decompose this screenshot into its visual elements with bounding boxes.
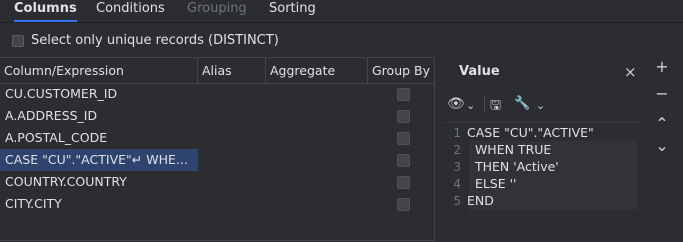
code-line: CASE "CU"."ACTIVE" [467,125,594,140]
grid-header: Column/Expression Alias Aggregate Group … [0,58,434,84]
line-number: 5 [453,194,461,208]
expression-cell[interactable]: A.POSTAL_CODE [0,127,198,149]
group-by-checkbox[interactable] [397,176,410,189]
value-panel-title: Value [459,64,500,79]
move-up-icon[interactable]: ⌃ [652,114,672,133]
group-by-checkbox[interactable] [397,154,410,167]
value-editor[interactable]: 1 2 3 4 5 CASE "CU"."ACTIVE" WHEN TRUE T… [443,122,642,242]
code-line: END [467,193,494,208]
eye-icon[interactable]: 👁 [447,96,465,112]
group-by-checkbox[interactable] [397,110,410,123]
expression-cell[interactable]: COUNTRY.COUNTRY [0,171,198,193]
remove-icon[interactable]: − [652,84,672,103]
tab-bar: Columns Conditions Grouping Sorting [0,0,683,23]
distinct-checkbox[interactable] [12,35,24,47]
table-row[interactable]: CITY.CITY [0,193,434,215]
table-row[interactable]: A.ADDRESS_ID [0,105,434,127]
table-row[interactable]: COUNTRY.COUNTRY [0,171,434,193]
chevron-down-icon[interactable]: ⌄ [466,99,475,112]
expression-cell[interactable]: CITY.CITY [0,193,198,215]
group-by-checkbox[interactable] [397,132,410,145]
expression-cell[interactable]: CU.CUSTOMER_ID [0,83,198,105]
header-column-expression[interactable]: Column/Expression [0,58,198,83]
tab-grouping[interactable]: Grouping [187,0,247,20]
header-alias[interactable]: Alias [198,58,266,83]
header-aggregate[interactable]: Aggregate [266,58,368,83]
chevron-down-icon[interactable]: ⌄ [536,99,545,112]
code-line: THEN 'Active' [467,159,559,174]
wrench-icon[interactable]: 🔧 [514,96,530,111]
save-icon[interactable]: 🖫 [490,96,501,118]
table-row[interactable]: CU.CUSTOMER_ID [0,83,434,105]
line-number: 3 [453,160,461,174]
expression-cell[interactable]: A.ADDRESS_ID [0,105,198,127]
close-icon[interactable]: × [624,63,637,81]
group-by-checkbox[interactable] [397,88,410,101]
move-down-icon[interactable]: ⌄ [652,136,672,155]
line-number: 4 [453,177,461,191]
group-by-checkbox[interactable] [397,198,410,211]
tab-sorting[interactable]: Sorting [269,0,316,20]
code-line: ELSE '' [467,176,517,191]
header-group-by[interactable]: Group By [368,58,434,83]
toolbar-divider [484,97,485,111]
tab-columns[interactable]: Columns [14,0,77,22]
tab-conditions[interactable]: Conditions [96,0,165,20]
line-gutter: 1 2 3 4 5 [443,123,463,242]
add-icon[interactable]: + [652,57,672,76]
table-row-selected[interactable]: CASE "CU"."ACTIVE"↵ WHE... [0,149,434,171]
code-line: WHEN TRUE [467,142,552,157]
line-number: 2 [453,143,461,157]
expression-cell[interactable]: CASE "CU"."ACTIVE"↵ WHE... [0,149,198,171]
table-row[interactable]: A.POSTAL_CODE [0,127,434,149]
distinct-label[interactable]: Select only unique records (DISTINCT) [31,33,279,48]
line-number: 1 [453,126,461,140]
